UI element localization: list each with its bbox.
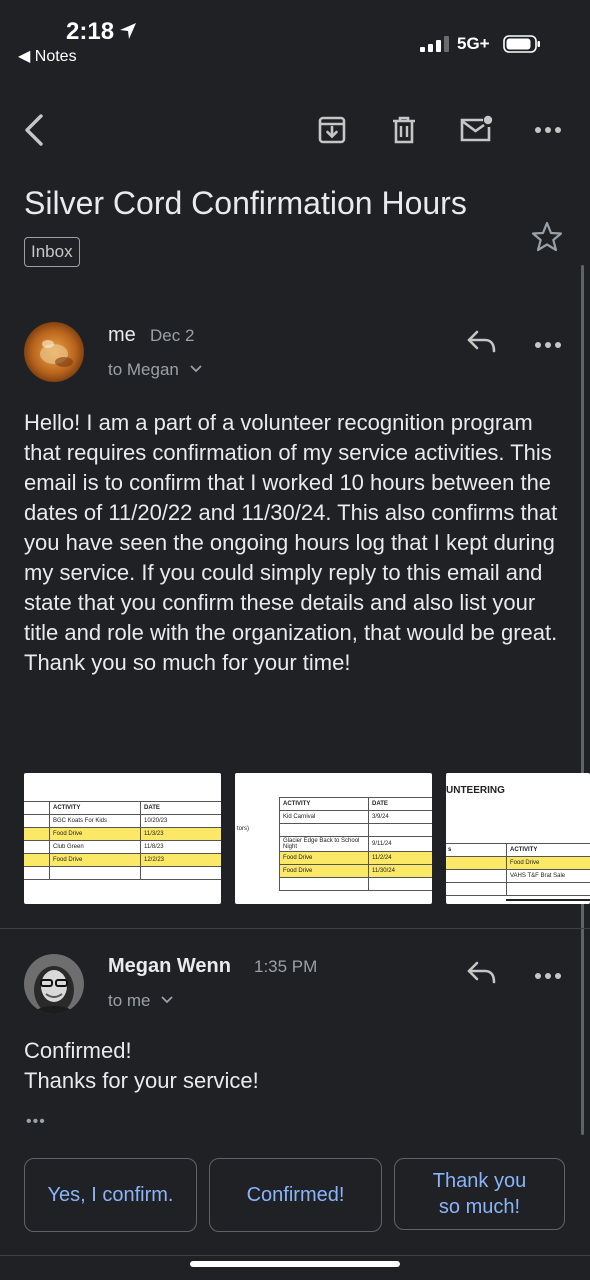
back-to-notes-link[interactable]: ◀ Notes [18, 46, 77, 66]
reply-button[interactable] [464, 324, 500, 360]
table-row: BGC Koats For Kids 10/20/23 [24, 814, 221, 828]
message-body: Hello! I am a part of a volunteer recogn… [24, 410, 558, 675]
table-cell: Food Drive [49, 827, 141, 841]
message-line: Thanks for your service! [24, 1068, 259, 1093]
scrollbar[interactable] [581, 265, 584, 1135]
table-cell: Food Drive [279, 864, 369, 878]
table-row: VAHS T&F Brat Sale [446, 869, 590, 883]
table-header: ACTIVITY [49, 801, 141, 815]
message-more-button[interactable] [534, 336, 562, 348]
back-app-label: Notes [34, 48, 77, 65]
table-cell: 9/11/24 [368, 836, 432, 852]
back-triangle-icon: ◀ [18, 48, 31, 65]
sender-name: me [108, 324, 136, 346]
table-cell: Kid Carnival [279, 810, 369, 824]
table-cell: 11/2/24 [368, 851, 432, 865]
table-cell: VAHS T&F Brat Sale [506, 869, 590, 883]
table-cell: Club Green [49, 840, 141, 854]
table-cell: Food Drive [279, 851, 369, 865]
recipient-text: to Megan [108, 360, 179, 379]
profile-photo-image [24, 322, 84, 382]
recipient-details-toggle[interactable]: to me [108, 991, 173, 1011]
table-side-label: tors) [237, 826, 249, 832]
table-row: Club Green 11/8/23 [24, 840, 221, 854]
back-button[interactable] [16, 112, 52, 148]
reply-icon [467, 961, 496, 984]
table-row: Food Drive [446, 856, 590, 870]
more-icon [535, 127, 561, 133]
cellular-signal-icon [420, 36, 449, 52]
smart-reply-confirmed[interactable]: Confirmed! [209, 1158, 382, 1232]
message-body: Confirmed! Thanks for your service! [24, 1036, 569, 1096]
hours-log-table: ACTIVITY DATE Kid Carnival 3/9/24 Glacier … [279, 797, 432, 891]
recipient-text: to me [108, 991, 151, 1010]
archive-icon [318, 116, 346, 144]
smart-reply-thank-you[interactable]: Thank you so much! [394, 1158, 565, 1230]
attachment-thumbnail[interactable]: ACTIVITY DATE BGC Koats For Kids 10/20/23 … [24, 773, 221, 904]
mark-unread-button[interactable] [458, 112, 494, 148]
table-header: ACTIVITY [279, 797, 369, 811]
table-cell: 12/2/23 [140, 853, 221, 867]
attachment-thumbnail[interactable]: UNTEERING s ACTIVITY Food Drive VAHS T&F … [446, 773, 590, 904]
table-cell: 11/8/23 [140, 840, 221, 854]
table-cell: 11/3/23 [140, 827, 221, 841]
message-line: Confirmed! [24, 1038, 132, 1063]
email-subject: Silver Cord Confirmation Hours [24, 185, 467, 221]
more-options-button[interactable] [530, 112, 566, 148]
mark-unread-icon [460, 115, 493, 142]
trash-icon [393, 116, 415, 144]
table-header: DATE [368, 797, 432, 811]
table-cell: Glacier Edge Back to School Night [279, 836, 369, 852]
document-title: UNTEERING [446, 785, 505, 796]
table-cell: BGC Koats For Kids [49, 814, 141, 828]
table-header: ACTIVITY [506, 843, 590, 857]
star-icon[interactable] [530, 220, 564, 254]
delete-button[interactable] [386, 112, 422, 148]
show-trimmed-content-button[interactable]: ••• [26, 1113, 46, 1131]
table-cell: 11/30/24 [368, 864, 432, 878]
avatar[interactable] [24, 954, 84, 1014]
network-type: 5G+ [457, 34, 490, 53]
more-icon [535, 342, 561, 348]
status-time: 2:18 [66, 18, 138, 48]
battery-icon [503, 35, 540, 53]
table-row: Food Drive 12/2/23 [24, 853, 221, 867]
divider [506, 899, 590, 901]
chevron-down-icon [161, 996, 173, 1004]
table-cell: Food Drive [49, 853, 141, 867]
inbox-label-chip[interactable]: Inbox [24, 237, 80, 267]
table-header: DATE [140, 801, 221, 815]
chevron-down-icon [189, 365, 202, 373]
table-cell: Food Drive [506, 856, 590, 870]
table-cell: 10/20/23 [140, 814, 221, 828]
attachment-thumbnail[interactable]: tors) ACTIVITY DATE Kid Carnival 3/9/24 Gl… [235, 773, 432, 904]
reply-button[interactable] [464, 955, 500, 991]
sender-name: Megan Wenn [108, 955, 231, 977]
message-date: Dec 2 [150, 326, 195, 345]
avatar[interactable] [24, 322, 84, 382]
message-more-button[interactable] [534, 967, 562, 979]
divider [0, 1255, 590, 1256]
reply-icon [467, 330, 496, 353]
time-text: 2:18 [66, 18, 115, 45]
hours-log-table: ACTIVITY DATE BGC Koats For Kids 10/20/23 … [24, 801, 221, 880]
message-time: 1:35 PM [254, 957, 318, 976]
back-icon [25, 114, 43, 146]
profile-photo-image [24, 954, 84, 1014]
archive-button[interactable] [314, 112, 350, 148]
smart-reply-yes-i-confirm[interactable]: Yes, I confirm. [24, 1158, 197, 1232]
table-row: Kid Carnival 3/9/24 [279, 810, 432, 824]
table-row: Food Drive 11/3/23 [24, 827, 221, 841]
message-divider [0, 928, 590, 929]
home-indicator[interactable] [190, 1261, 400, 1267]
more-icon [535, 973, 561, 979]
table-header: s [446, 843, 507, 857]
table-cell: 3/9/24 [368, 810, 432, 824]
table-row: Glacier Edge Back to School Night 9/11/24 [279, 836, 432, 852]
hours-log-table: s ACTIVITY Food Drive VAHS T&F Brat Sale [446, 843, 590, 896]
table-row: Food Drive 11/30/24 [279, 864, 432, 878]
table-row: Food Drive 11/2/24 [279, 851, 432, 865]
location-arrow-icon [118, 20, 138, 48]
recipient-details-toggle[interactable]: to Megan [108, 360, 202, 380]
